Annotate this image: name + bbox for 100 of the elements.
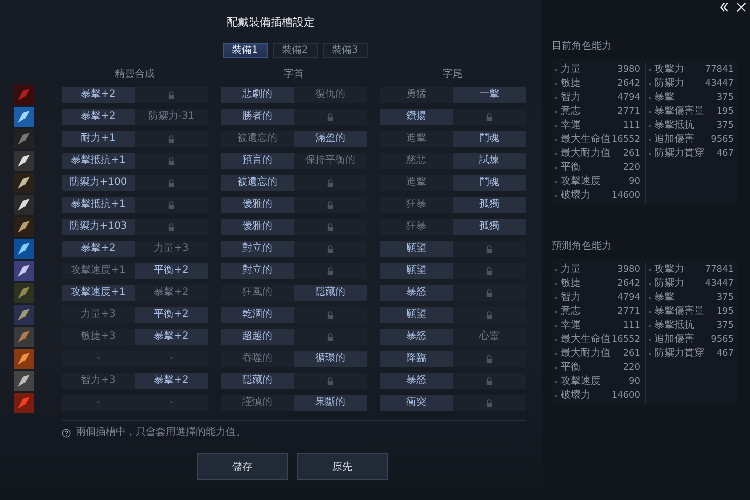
item-icon[interactable] — [14, 239, 34, 259]
option-cell[interactable]: 防禦力-31 — [135, 109, 208, 125]
option-cell[interactable]: 願望 — [380, 307, 453, 323]
option-cell[interactable]: 孤獨 — [453, 197, 526, 213]
stat-label: 破壞力 — [561, 190, 592, 202]
tab[interactable]: 裝備2 — [272, 43, 318, 58]
option-cell[interactable]: 力量+3 — [62, 307, 135, 323]
item-icon[interactable] — [14, 195, 34, 215]
option-cell[interactable]: 智力+3 — [62, 373, 135, 389]
option-cell[interactable]: 狂暴 — [380, 219, 453, 235]
tab[interactable]: 裝備3 — [322, 43, 368, 58]
stat-value: 3980 — [618, 264, 640, 276]
option-cell[interactable]: 被遺忘的 — [221, 131, 294, 147]
stat-label: 暴擊傷害量 — [654, 306, 706, 318]
option-cell[interactable]: 優雅的 — [221, 219, 294, 235]
stat-label: 暴擊抵抗 — [654, 120, 696, 132]
stat-label: 防禦力 — [654, 78, 686, 90]
option-cell[interactable]: 悲劇的 — [221, 87, 294, 103]
option-cell[interactable]: 隱藏的 — [294, 285, 367, 301]
option-cell[interactable]: 願望 — [380, 241, 453, 257]
lock-icon — [168, 222, 175, 232]
stat-value: 43447 — [705, 78, 734, 90]
option-cell[interactable]: 保持平衡的 — [294, 153, 367, 169]
option-cell[interactable]: 暴擊+2 — [62, 87, 135, 103]
stat-label: 防禦力 — [654, 278, 686, 290]
option-cell[interactable]: 對立的 — [221, 263, 294, 279]
option-cell[interactable]: 被遺忘的 — [221, 175, 294, 191]
option-cell[interactable]: 鬥魂 — [453, 131, 526, 147]
option-cell[interactable]: 進擊 — [380, 175, 453, 191]
option-cell[interactable]: 暴擊+2 — [135, 373, 208, 389]
option-cell[interactable]: 試煉 — [453, 153, 526, 169]
option-cell[interactable]: 隱藏的 — [221, 373, 294, 389]
button[interactable]: 儲存 — [197, 453, 288, 480]
option-cell[interactable]: 果斷的 — [294, 395, 367, 411]
option-cell[interactable]: 狂暴 — [380, 197, 453, 213]
option-cell[interactable]: 攻擊速度+1 — [62, 263, 135, 279]
option-cell[interactable]: 對立的 — [221, 241, 294, 257]
option-cell[interactable]: - — [62, 351, 135, 367]
option-cell[interactable]: 防禦力+100 — [62, 175, 135, 191]
option-cell[interactable]: 孤獨 — [453, 219, 526, 235]
option-cell[interactable]: 力量+3 — [135, 241, 208, 257]
option-cell[interactable]: 暴擊抵抗+1 — [62, 153, 135, 169]
option-cell[interactable]: 鬥魂 — [453, 175, 526, 191]
option-cell[interactable]: 暴怒 — [380, 373, 453, 389]
option-cell[interactable]: 平衡+2 — [135, 307, 208, 323]
option-cell[interactable]: - — [135, 351, 208, 367]
lock-icon — [486, 288, 493, 298]
option-cell[interactable]: 耐力+1 — [62, 131, 135, 147]
option-cell[interactable]: - — [135, 395, 208, 411]
option-cell[interactable]: 一擊 — [453, 87, 526, 103]
option-cell[interactable]: 慈悲 — [380, 153, 453, 169]
close-icon[interactable] — [736, 2, 747, 13]
option-cell[interactable]: 敏捷+3 — [62, 329, 135, 345]
option-cell[interactable]: 勇猛 — [380, 87, 453, 103]
option-cell[interactable]: 暴擊+2 — [62, 109, 135, 125]
option-cell[interactable]: 鑽揚 — [380, 109, 453, 125]
option-cell[interactable]: 暴怒 — [380, 285, 453, 301]
lock-icon — [327, 266, 334, 276]
option-cell[interactable]: 暴擊+2 — [135, 329, 208, 345]
option-cell[interactable]: 降臨 — [380, 351, 453, 367]
collapse-icon[interactable] — [719, 2, 730, 13]
option-cell[interactable]: 平衡+2 — [135, 263, 208, 279]
item-icon[interactable] — [14, 217, 34, 237]
option-cell[interactable]: 謹慎的 — [221, 395, 294, 411]
section-title: 預測角色能力 — [552, 241, 613, 253]
option-cell[interactable]: 暴擊+2 — [62, 241, 135, 257]
section-title: 目前角色能力 — [552, 41, 613, 53]
option-cell[interactable]: 預言的 — [221, 153, 294, 169]
option-cell[interactable]: 暴怒 — [380, 329, 453, 345]
option-cell[interactable]: - — [62, 395, 135, 411]
option-cell[interactable]: 循環的 — [294, 351, 367, 367]
lock-icon — [327, 200, 334, 210]
item-icon[interactable] — [14, 371, 34, 391]
item-icon[interactable] — [14, 173, 34, 193]
stat-label: 平衡 — [561, 362, 582, 374]
item-icon[interactable] — [14, 305, 34, 325]
tab[interactable]: 裝備1 — [222, 43, 268, 58]
item-icon[interactable] — [14, 107, 34, 127]
option-cell[interactable]: 復仇的 — [294, 87, 367, 103]
option-cell[interactable]: 乾涸的 — [221, 307, 294, 323]
option-cell[interactable]: 吞噬的 — [221, 351, 294, 367]
stat-value: 4794 — [618, 292, 640, 304]
option-cell[interactable]: 衝突 — [380, 395, 453, 411]
item-icon[interactable] — [14, 151, 34, 171]
option-cell[interactable]: 攻擊速度+1 — [62, 285, 135, 301]
option-cell[interactable]: 勝者的 — [221, 109, 294, 125]
option-cell[interactable]: 狂風的 — [221, 285, 294, 301]
option-cell[interactable]: 願望 — [380, 263, 453, 279]
option-cell[interactable]: 進擊 — [380, 131, 453, 147]
option-cell[interactable]: 超越的 — [221, 329, 294, 345]
option-cell[interactable]: 暴擊+2 — [135, 285, 208, 301]
button[interactable]: 原先 — [297, 453, 388, 480]
stat-value: 467 — [716, 348, 734, 360]
option-cell[interactable]: 滿盈的 — [294, 131, 367, 147]
item-icon[interactable] — [14, 261, 34, 281]
option-cell[interactable]: 優雅的 — [221, 197, 294, 213]
option-cell[interactable]: 防禦力+103 — [62, 219, 135, 235]
option-cell[interactable]: 暴擊抵抗+1 — [62, 197, 135, 213]
option-cell[interactable]: 心靈 — [453, 329, 526, 345]
stat-label: 暴擊 — [654, 92, 676, 104]
